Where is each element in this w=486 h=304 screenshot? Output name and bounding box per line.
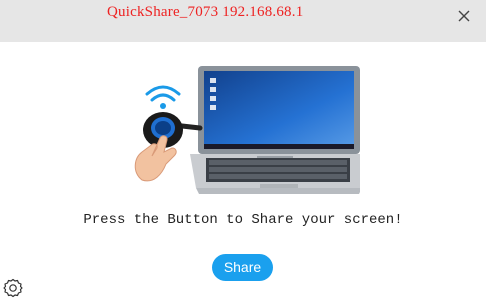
taskbar [204,144,354,149]
title-bar: QuickShare_7073 192.168.68.1 [0,0,486,42]
device-title: QuickShare_7073 192.168.68.1 [107,4,304,20]
settings-button[interactable] [2,277,24,299]
laptop-share-illustration [134,66,360,194]
close-button[interactable] [454,6,474,26]
settings-icon [3,278,23,298]
close-icon [458,10,470,22]
wifi-signal-icon [145,85,181,102]
share-button[interactable]: Share [212,254,273,281]
share-instruction-text: Press the Button to Share your screen! [83,212,403,228]
